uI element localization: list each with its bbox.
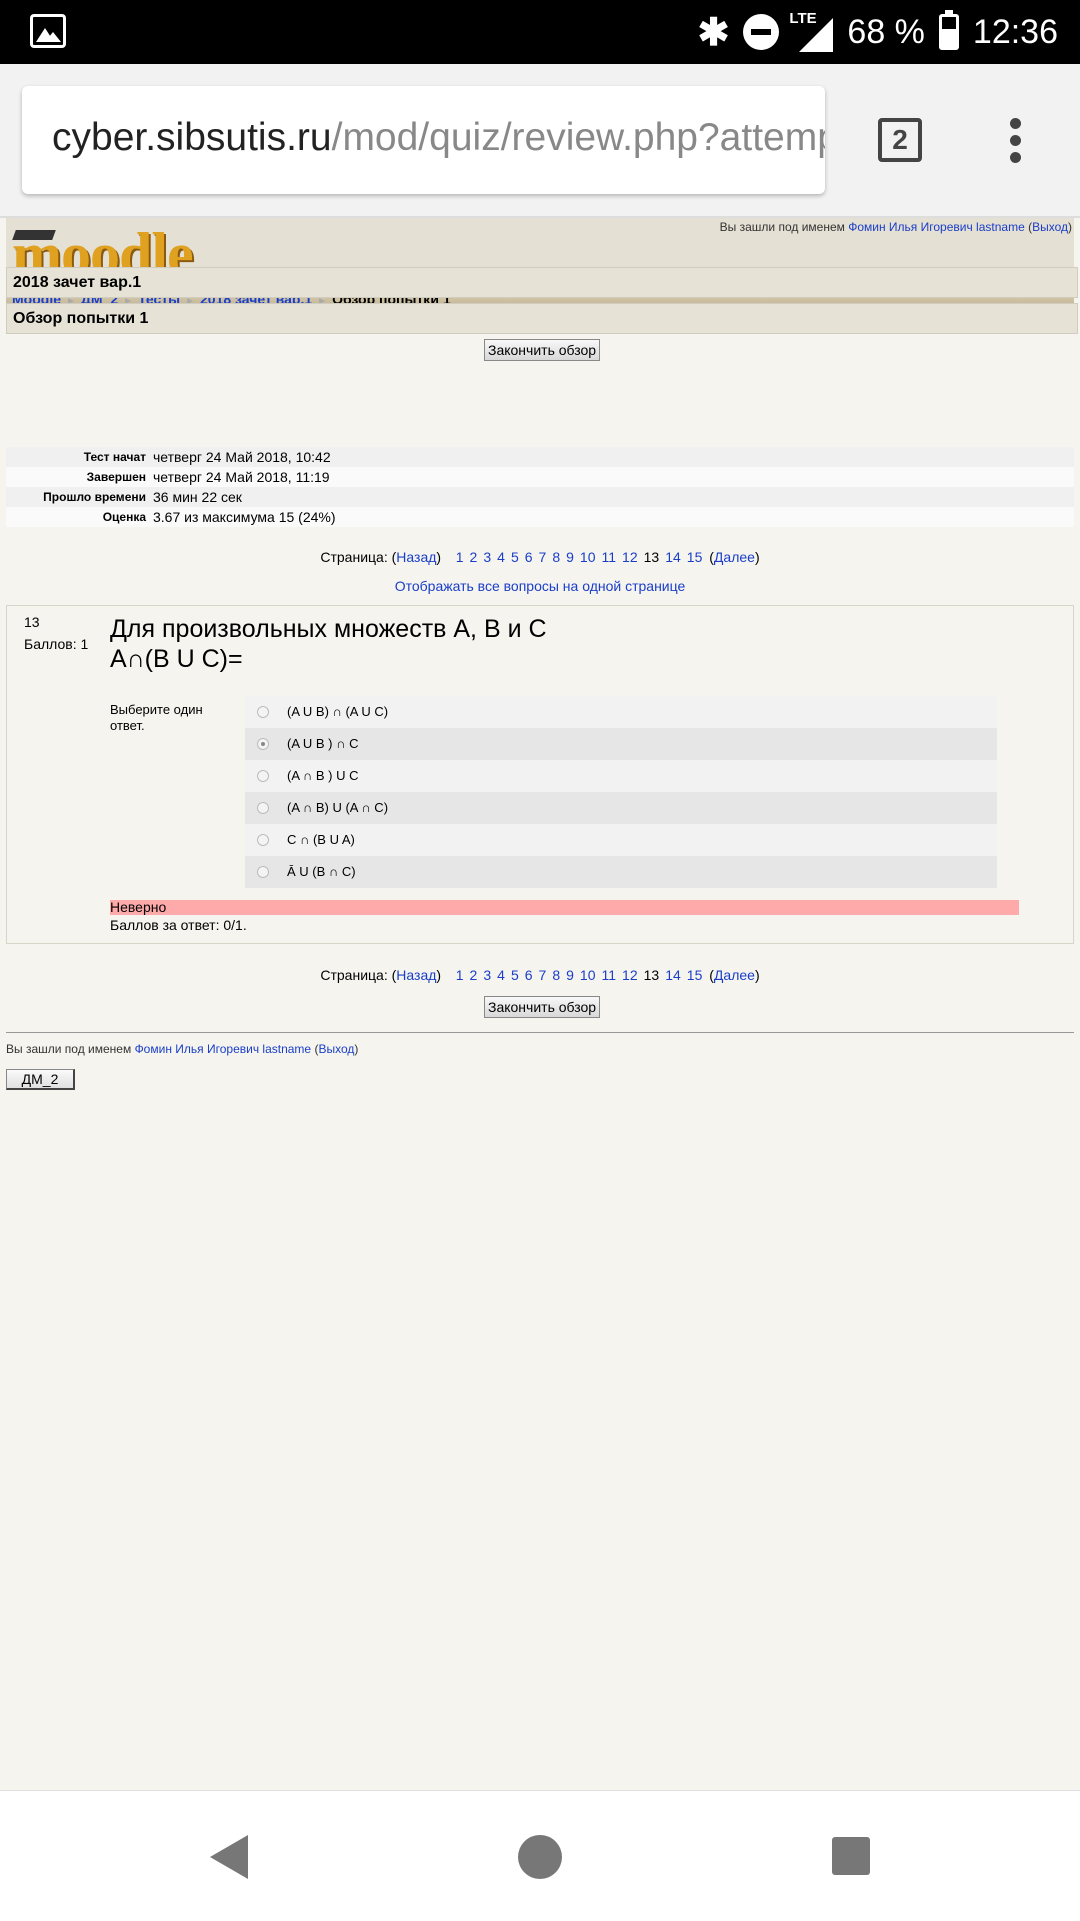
page-numbers: 1 2 3 4 5 6 7 8 9 10 11 12 13 14 15 <box>453 549 706 565</box>
address-bar[interactable]: cyber.sibsutis.ru/mod/quiz/review.php?at… <box>22 86 825 194</box>
question-score: Баллов: 1 <box>24 636 89 652</box>
url-path: /mod/quiz/review.php?attemp <box>331 116 825 159</box>
show-all-questions-link[interactable]: Отображать все вопросы на одной странице <box>395 578 686 594</box>
page-link[interactable]: 12 <box>622 967 638 983</box>
footer-login-info: Вы зашли под именем Фомин Илья Игоревич … <box>6 1042 359 1056</box>
page-link[interactable]: 5 <box>511 967 519 983</box>
page-link[interactable]: 9 <box>566 967 574 983</box>
summary-row: Прошло времени 36 мин 22 сек <box>6 487 1074 507</box>
answer-option[interactable]: (A ∩ B) U (A ∩ C) <box>245 792 997 824</box>
current-page: 13 <box>643 967 660 983</box>
page-link[interactable]: 1 <box>456 549 464 565</box>
bluetooth-icon: ✱ <box>697 11 730 54</box>
page-link[interactable]: 11 <box>602 967 617 983</box>
summary-row: Тест начат четверг 24 Май 2018, 10:42 <box>6 447 1074 467</box>
page-link[interactable]: 2 <box>470 549 478 565</box>
clock: 12:36 <box>972 12 1058 51</box>
answer-option[interactable]: (A U B ) ∩ C <box>245 728 997 760</box>
page-link[interactable]: 10 <box>580 549 596 565</box>
attempt-summary: Тест начат четверг 24 Май 2018, 10:42 Зав… <box>6 447 1074 527</box>
user-link[interactable]: Фомин Илья Игоревич lastname <box>135 1042 312 1056</box>
page-link[interactable]: 1 <box>456 967 464 983</box>
page-link[interactable]: 14 <box>665 967 681 983</box>
course-home-button[interactable]: ДМ_2 <box>6 1069 75 1090</box>
signal-icon: LTE <box>789 10 834 52</box>
more-menu-icon[interactable] <box>1010 118 1022 166</box>
next-page-link[interactable]: Далее <box>714 967 755 983</box>
attempt-title: Обзор попытки 1 <box>6 303 1078 334</box>
answer-option[interactable]: C ∩ (B U A) <box>245 824 997 856</box>
radio-button[interactable] <box>257 802 269 814</box>
answer-mark: Баллов за ответ: 0/1. <box>110 917 247 933</box>
radio-button[interactable] <box>257 834 269 846</box>
url-host: cyber.sibsutis.ru <box>52 116 332 159</box>
prev-page-link[interactable]: Назад <box>396 967 436 983</box>
logout-link[interactable]: Выход <box>1032 220 1068 234</box>
page-link[interactable]: 2 <box>470 967 478 983</box>
page-numbers: 1 2 3 4 5 6 7 8 9 10 11 12 13 14 15 <box>453 967 706 983</box>
page-link[interactable]: 12 <box>622 549 638 565</box>
back-icon[interactable] <box>210 1835 248 1879</box>
tab-switcher-button[interactable]: 2 <box>878 118 922 162</box>
browser-toolbar: cyber.sibsutis.ru/mod/quiz/review.php?at… <box>0 64 1080 218</box>
radio-button[interactable] <box>257 770 269 782</box>
home-icon[interactable] <box>518 1835 562 1879</box>
login-info: Вы зашли под именем Фомин Илья Игоревич … <box>719 220 1072 234</box>
do-not-disturb-icon <box>743 14 780 50</box>
answer-option[interactable]: (A U B) ∩ (A U C) <box>245 696 997 728</box>
logout-link[interactable]: Выход <box>318 1042 354 1056</box>
page-link[interactable]: 3 <box>483 967 491 983</box>
question-block: 13 Баллов: 1 Для произвольных множеств А… <box>6 605 1074 944</box>
page-link[interactable]: 7 <box>539 549 547 565</box>
question-text: Для произвольных множеств А, В и С А∩(В … <box>110 615 547 673</box>
page-link[interactable]: 4 <box>497 549 505 565</box>
system-nav-bar <box>0 1790 1080 1921</box>
page-link[interactable]: 11 <box>602 549 617 565</box>
battery-icon <box>938 10 959 50</box>
summary-row: Завершен четверг 24 Май 2018, 11:19 <box>6 467 1074 487</box>
current-page: 13 <box>643 549 660 565</box>
question-number: 13 <box>24 614 40 630</box>
page-link[interactable]: 8 <box>552 967 560 983</box>
page-link[interactable]: 15 <box>687 967 703 983</box>
page-link[interactable]: 4 <box>497 967 505 983</box>
battery-percent: 68 % <box>847 12 925 51</box>
page-link[interactable]: 5 <box>511 549 519 565</box>
page-link[interactable]: 6 <box>525 549 533 565</box>
prev-page-link[interactable]: Назад <box>396 549 436 565</box>
radio-button[interactable] <box>257 706 269 718</box>
next-page-link[interactable]: Далее <box>714 549 755 565</box>
answer-option[interactable]: (A ∩ B ) U C <box>245 760 997 792</box>
pagination-top: Страница: (Назад) 1 2 3 4 5 6 7 8 9 10 11 12 13 14 15 … <box>320 549 760 565</box>
answer-prompt: Выберите один ответ. <box>110 702 203 733</box>
radio-button[interactable] <box>257 738 269 750</box>
pagination-bottom: Страница: (Назад) 1 2 3 4 5 6 7 8 9 10 11 12 13 14 15 … <box>320 967 760 983</box>
recents-icon[interactable] <box>832 1837 870 1875</box>
finish-review-button[interactable]: Закончить обзор <box>484 996 601 1018</box>
graduation-cap-icon <box>12 230 56 240</box>
quiz-title: 2018 зачет вар.1 <box>6 267 1078 298</box>
page-link[interactable]: 14 <box>665 549 681 565</box>
divider <box>6 1032 1074 1033</box>
page-link[interactable]: 7 <box>539 967 547 983</box>
page-link[interactable]: 9 <box>566 549 574 565</box>
page-link[interactable]: 6 <box>525 967 533 983</box>
page-link[interactable]: 8 <box>552 549 560 565</box>
status-bar: ✱ LTE 68 % 12:36 <box>0 0 1080 64</box>
incorrect-verdict: Неверно <box>110 900 1019 915</box>
show-all-container: Отображать все вопросы на одной странице <box>0 578 1080 594</box>
answer-list: (A U B) ∩ (A U C) (A U B ) ∩ C (A ∩ B ) … <box>245 696 997 888</box>
user-link[interactable]: Фомин Илья Игоревич lastname <box>848 220 1025 234</box>
radio-button[interactable] <box>257 866 269 878</box>
summary-row: Оценка 3.67 из максимума 15 (24%) <box>6 507 1074 527</box>
image-notification-icon <box>30 14 66 48</box>
finish-review-button[interactable]: Закончить обзор <box>484 339 601 361</box>
answer-option[interactable]: Ā U (B ∩ C) <box>245 856 997 888</box>
page-link[interactable]: 3 <box>483 549 491 565</box>
page-link[interactable]: 15 <box>687 549 703 565</box>
page-link[interactable]: 10 <box>580 967 596 983</box>
